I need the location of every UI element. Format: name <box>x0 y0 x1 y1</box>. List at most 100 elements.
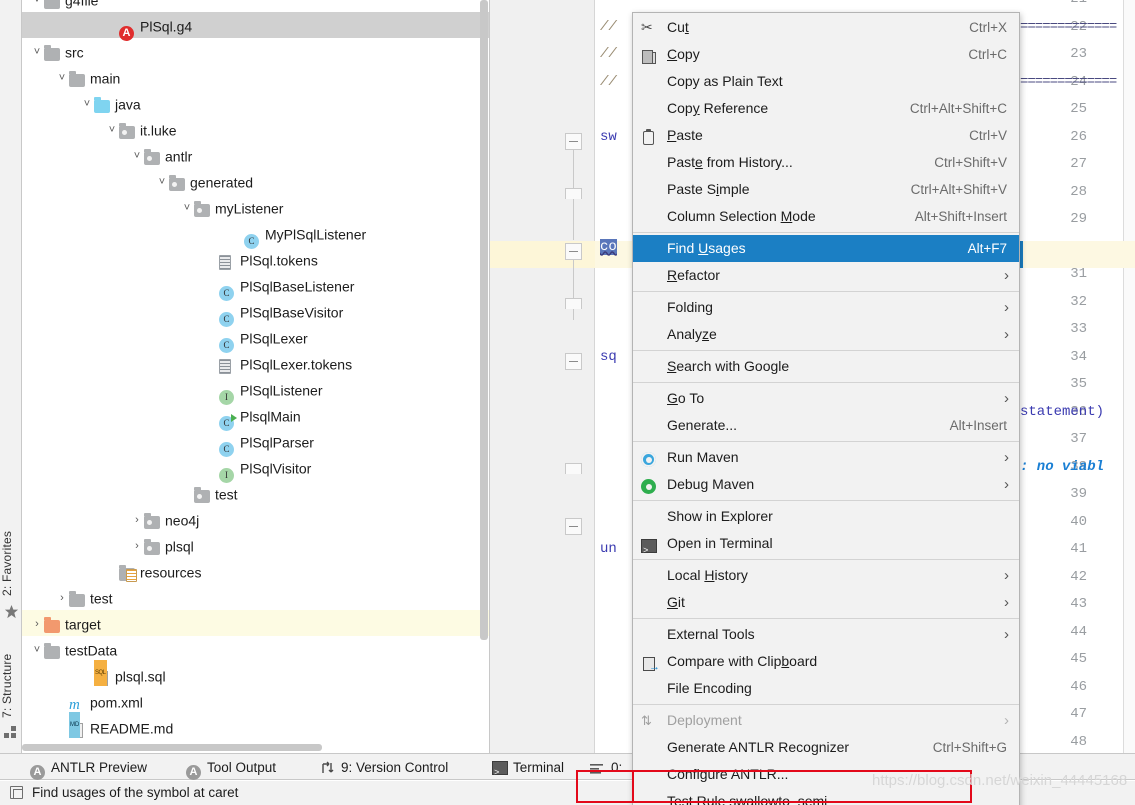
menu-item-local-history[interactable]: Local History › <box>633 562 1019 589</box>
tree-row[interactable]: ˅ java <box>22 90 489 116</box>
structure-icon <box>4 725 19 740</box>
tree-row[interactable]: A PlSql.g4 <box>22 12 489 41</box>
tree-row[interactable]: C MyPlSqlListener <box>22 220 489 249</box>
fold-marker[interactable] <box>565 243 582 260</box>
tree-row[interactable]: ˅ generated <box>22 168 489 194</box>
menu-item-debug-maven[interactable]: Debug Maven › <box>633 471 1019 498</box>
menu-item-compare-with-clipboard[interactable]: Compare with Clipboard <box>633 648 1019 681</box>
tree-row[interactable]: C PlsqlMain <box>22 402 489 431</box>
tree-row[interactable]: m pom.xml <box>22 688 489 714</box>
editor-gutter[interactable] <box>490 0 595 753</box>
tree-vertical-scrollbar[interactable] <box>480 0 488 640</box>
tree-row[interactable]: plsql.sql <box>22 660 489 688</box>
tree-row[interactable]: › test <box>22 584 489 610</box>
fold-end-marker[interactable] <box>565 188 582 199</box>
menu-item-file-encoding[interactable]: File Encoding <box>633 675 1019 702</box>
chevron-down-icon[interactable]: ˅ <box>105 117 119 143</box>
fold-marker[interactable] <box>565 133 582 150</box>
menu-item-copy-reference[interactable]: Copy Reference Ctrl+Alt+Shift+C <box>633 95 1019 122</box>
tool-window-terminal[interactable]: Terminal <box>492 754 564 787</box>
menu-item-generate-antlr-recognizer[interactable]: Generate ANTLR Recognizer Ctrl+Shift+G <box>633 734 1019 761</box>
tree-row[interactable]: PlSqlLexer.tokens <box>22 350 489 376</box>
fold-marker[interactable] <box>565 353 582 370</box>
code-line[interactable]: sq <box>600 344 617 372</box>
menu-item-cut[interactable]: ✂ Cut Ctrl+X <box>633 14 1019 41</box>
chevron-right-icon[interactable]: › <box>55 585 69 611</box>
menu-item-open-in-terminal[interactable]: Open in Terminal <box>633 530 1019 565</box>
chevron-down-icon[interactable]: ˅ <box>130 143 144 169</box>
menu-item-copy[interactable]: Copy Ctrl+C <box>633 41 1019 68</box>
chevron-down-icon[interactable]: ˅ <box>30 637 44 663</box>
code-fragment: ============= <box>1020 69 1117 97</box>
code-line[interactable]: // <box>600 69 617 97</box>
code-token: co <box>600 238 617 255</box>
menu-item-git[interactable]: Git › <box>633 589 1019 616</box>
tree-row[interactable]: › plsql <box>22 532 489 558</box>
menu-item-column-selection-mode[interactable]: Column Selection Mode Alt+Shift+Insert <box>633 203 1019 230</box>
tool-window-version-control[interactable]: 9: Version Control <box>320 754 448 781</box>
menu-item-external-tools[interactable]: External Tools › <box>633 621 1019 648</box>
code-line[interactable]: // <box>600 41 617 69</box>
chevron-down-icon[interactable]: ˅ <box>30 39 44 65</box>
chevron-right-icon[interactable]: › <box>130 507 144 533</box>
tree-row[interactable]: C PlSqlBaseVisitor <box>22 298 489 327</box>
tree-row[interactable]: › neo4j <box>22 506 489 532</box>
code-line[interactable]: un <box>600 536 617 564</box>
menu-item-find-usages[interactable]: Find Usages Alt+F7 <box>633 235 1019 262</box>
tree-row[interactable]: ˅ src <box>22 38 489 64</box>
tree-row[interactable]: ˅ it.luke <box>22 116 489 142</box>
tool-window-antlr-preview[interactable]: A ANTLR Preview <box>30 754 147 781</box>
chevron-right-icon[interactable]: › <box>30 611 44 637</box>
fold-marker[interactable] <box>565 518 582 535</box>
tree-row[interactable]: I PlSqlVisitor <box>22 454 489 483</box>
tree-row[interactable]: ˅ antlr <box>22 142 489 168</box>
code-line[interactable]: // <box>600 14 617 42</box>
menu-item-show-in-explorer[interactable]: Show in Explorer <box>633 503 1019 530</box>
tree-row[interactable]: C PlSqlParser <box>22 428 489 457</box>
menu-item-search-with-google[interactable]: Search with Google <box>633 353 1019 380</box>
menu-item-generate[interactable]: Generate... Alt+Insert <box>633 412 1019 439</box>
tree-row[interactable]: C PlSqlLexer <box>22 324 489 353</box>
menu-item-refactor[interactable]: Refactor › <box>633 262 1019 289</box>
tree-row[interactable]: ˅ testData <box>22 636 489 662</box>
fold-end-marker[interactable] <box>565 298 582 309</box>
code-token: sw <box>600 128 617 145</box>
tree-row[interactable]: README.md <box>22 712 489 740</box>
tree-row[interactable]: ˅ main <box>22 64 489 90</box>
tree-row[interactable]: resources <box>22 558 489 584</box>
tree-row[interactable]: › target <box>22 610 489 636</box>
tree-row[interactable]: C PlSqlBaseListener <box>22 272 489 301</box>
tree-horizontal-scrollbar[interactable] <box>22 742 490 752</box>
tree-row[interactable]: PlSql.tokens <box>22 246 489 272</box>
chevron-right-icon[interactable]: › <box>130 533 144 559</box>
menu-item-analyze[interactable]: Analyze › <box>633 321 1019 348</box>
chevron-down-icon[interactable]: ˅ <box>180 195 194 221</box>
menu-item-go-to[interactable]: Go To › <box>633 385 1019 412</box>
tool-window-tool-output[interactable]: A Tool Output <box>186 754 276 781</box>
tree-row[interactable]: test <box>22 480 489 506</box>
menu-item-paste[interactable]: Paste Ctrl+V <box>633 122 1019 149</box>
menu-item-folding[interactable]: Folding › <box>633 294 1019 321</box>
fold-end-marker[interactable] <box>565 463 582 474</box>
code-line[interactable]: co <box>600 234 617 262</box>
code-line[interactable]: sw <box>600 124 617 152</box>
tree-hscroll-thumb[interactable] <box>22 744 322 751</box>
chevron-down-icon[interactable]: ˅ <box>155 169 169 195</box>
tree-row-label: target <box>65 616 101 633</box>
menu-item-paste-from-history[interactable]: Paste from History... Ctrl+Shift+V <box>633 149 1019 176</box>
sidebar-tab-favorites[interactable]: 2: Favorites <box>0 518 22 608</box>
project-tree[interactable]: ˅ g4file A PlSql.g4 ˅ src ˅ main ˅ java ˅ it.luke ˅ a… <box>22 0 490 753</box>
tool-window-messages[interactable]: 0: <box>590 754 622 781</box>
menu-item-test-rule-swallowto-semi[interactable]: Test Rule swallowto_semi <box>633 788 1019 805</box>
chevron-down-icon[interactable]: ˅ <box>55 65 69 91</box>
sidebar-tab-structure[interactable]: 7: Structure <box>0 640 22 732</box>
chevron-down-icon[interactable]: ˅ <box>80 91 94 117</box>
folder-pkg-icon <box>194 197 211 217</box>
menu-item-run-maven[interactable]: Run Maven › <box>633 444 1019 471</box>
menu-item-paste-simple[interactable]: Paste Simple Ctrl+Alt+Shift+V <box>633 176 1019 203</box>
tree-row[interactable]: ˅ myListener <box>22 194 489 220</box>
tree-row[interactable]: I PlSqlListener <box>22 376 489 405</box>
editor-context-menu[interactable]: ✂ Cut Ctrl+X Copy Ctrl+C Copy as Plain Text Co… <box>632 12 1020 805</box>
tree-row[interactable]: ˅ g4file <box>22 0 489 12</box>
menu-item-copy-as-plain-text[interactable]: Copy as Plain Text <box>633 68 1019 95</box>
